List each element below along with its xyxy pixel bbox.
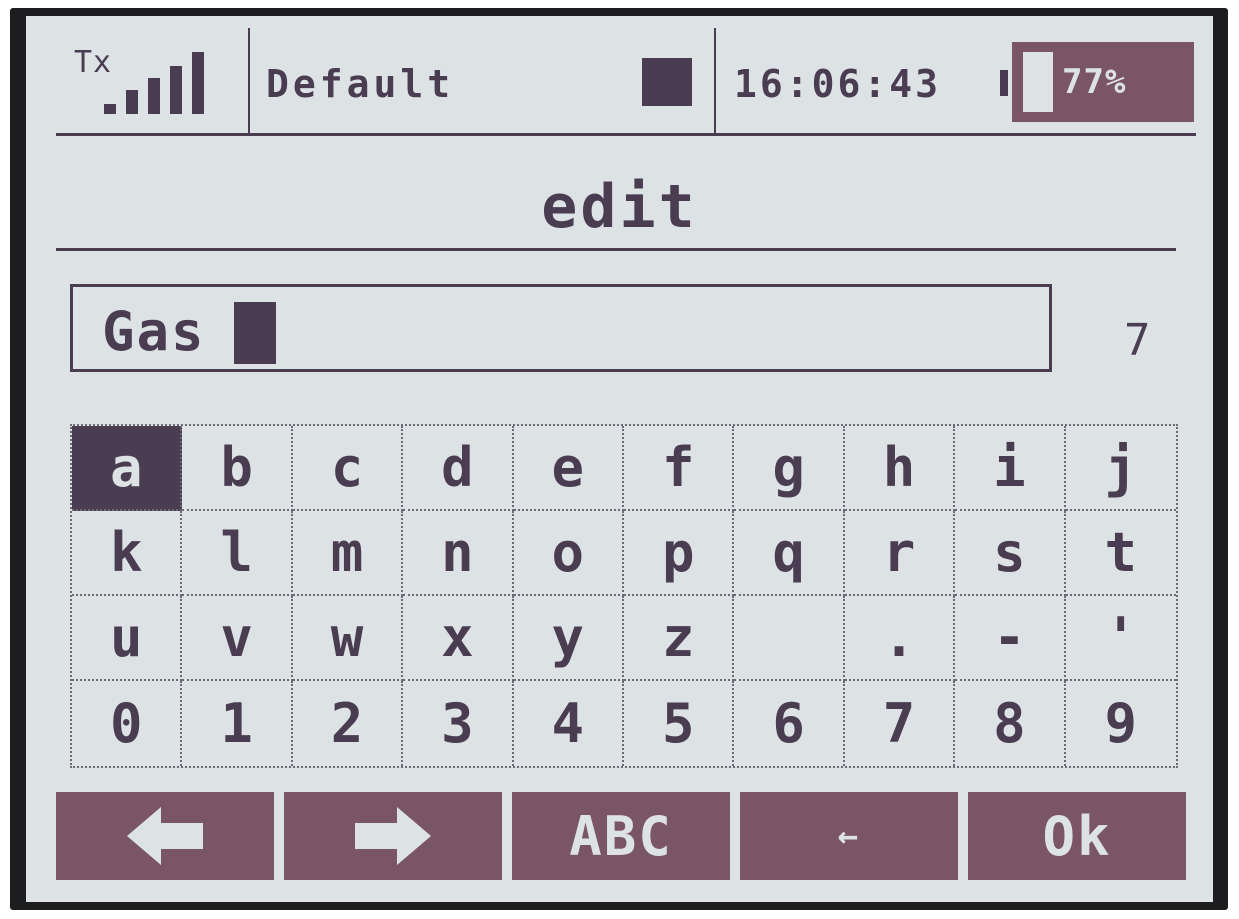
signal-bar: [148, 78, 160, 114]
signal-bar: [104, 104, 116, 114]
clock: 16:06:43: [734, 62, 942, 106]
lcd-screen: Tx Default 16:06:43 77% edit Gas 7 abcde…: [26, 16, 1213, 902]
key-4[interactable]: 4: [514, 681, 624, 766]
model-name[interactable]: Default: [266, 62, 454, 106]
battery-empty-segment: [1023, 52, 1053, 112]
case-toggle-button[interactable]: ABC: [512, 792, 730, 880]
key-k[interactable]: k: [72, 511, 183, 596]
backspace-label: ←: [837, 816, 861, 856]
key-o[interactable]: o: [513, 511, 624, 596]
key-y[interactable]: y: [513, 596, 624, 681]
key-g[interactable]: g: [734, 426, 845, 511]
key-space[interactable]: [734, 596, 845, 681]
text-edit-field[interactable]: [70, 284, 1052, 372]
ok-label: Ok: [1042, 804, 1112, 868]
key-c[interactable]: c: [292, 426, 404, 511]
key-p[interactable]: p: [624, 511, 735, 596]
key-0[interactable]: 0: [72, 681, 183, 766]
battery-percent: 77%: [1062, 62, 1127, 102]
key-2[interactable]: 2: [293, 681, 404, 766]
mode-indicator-icon: [642, 58, 692, 106]
key-t[interactable]: t: [1065, 511, 1176, 596]
key-m[interactable]: m: [292, 511, 404, 596]
cursor-right-button[interactable]: [284, 792, 502, 880]
page-title: edit: [541, 172, 698, 242]
key-h[interactable]: h: [844, 426, 956, 511]
cursor-left-button[interactable]: [56, 792, 274, 880]
key-6[interactable]: 6: [734, 681, 845, 766]
key-period[interactable]: .: [844, 596, 956, 681]
header-divider: [248, 28, 250, 133]
arrow-right-icon: [355, 807, 431, 865]
remaining-char-count: 7: [1124, 315, 1151, 366]
key-u[interactable]: u: [72, 596, 183, 681]
key-apostrophe[interactable]: ': [1065, 596, 1176, 681]
key-s[interactable]: s: [955, 511, 1066, 596]
on-screen-keyboard: abcdefghij klmnopqrst uvwxyz . - ' 0 1 2 3 4 5 6 7 8 9: [70, 424, 1178, 768]
text-edit-value: Gas: [102, 300, 206, 363]
title-underline: [56, 248, 1176, 251]
key-v[interactable]: v: [182, 596, 293, 681]
key-j[interactable]: j: [1065, 426, 1176, 511]
header-divider: [714, 28, 716, 133]
ok-button[interactable]: Ok: [968, 792, 1186, 880]
header-underline: [56, 133, 1196, 136]
case-toggle-label: ABC: [569, 804, 673, 868]
key-a[interactable]: a: [72, 426, 183, 511]
text-cursor: [234, 302, 276, 364]
signal-bar: [170, 66, 182, 114]
key-f[interactable]: f: [624, 426, 735, 511]
key-9[interactable]: 9: [1066, 681, 1176, 766]
key-b[interactable]: b: [182, 426, 293, 511]
key-e[interactable]: e: [513, 426, 624, 511]
key-w[interactable]: w: [292, 596, 404, 681]
backspace-button[interactable]: ←: [740, 792, 958, 880]
key-n[interactable]: n: [403, 511, 514, 596]
signal-bar: [192, 52, 204, 114]
battery-terminal-icon: [1000, 70, 1008, 96]
key-l[interactable]: l: [182, 511, 293, 596]
key-r[interactable]: r: [844, 511, 956, 596]
key-q[interactable]: q: [734, 511, 845, 596]
key-5[interactable]: 5: [624, 681, 735, 766]
signal-bar: [126, 90, 138, 114]
key-3[interactable]: 3: [403, 681, 514, 766]
key-hyphen[interactable]: -: [955, 596, 1066, 681]
key-x[interactable]: x: [403, 596, 514, 681]
key-d[interactable]: d: [403, 426, 514, 511]
arrow-left-icon: [127, 807, 203, 865]
key-7[interactable]: 7: [845, 681, 956, 766]
key-8[interactable]: 8: [955, 681, 1066, 766]
tx-label: Tx: [74, 45, 113, 80]
key-i[interactable]: i: [955, 426, 1066, 511]
key-1[interactable]: 1: [182, 681, 293, 766]
key-z[interactable]: z: [624, 596, 735, 681]
